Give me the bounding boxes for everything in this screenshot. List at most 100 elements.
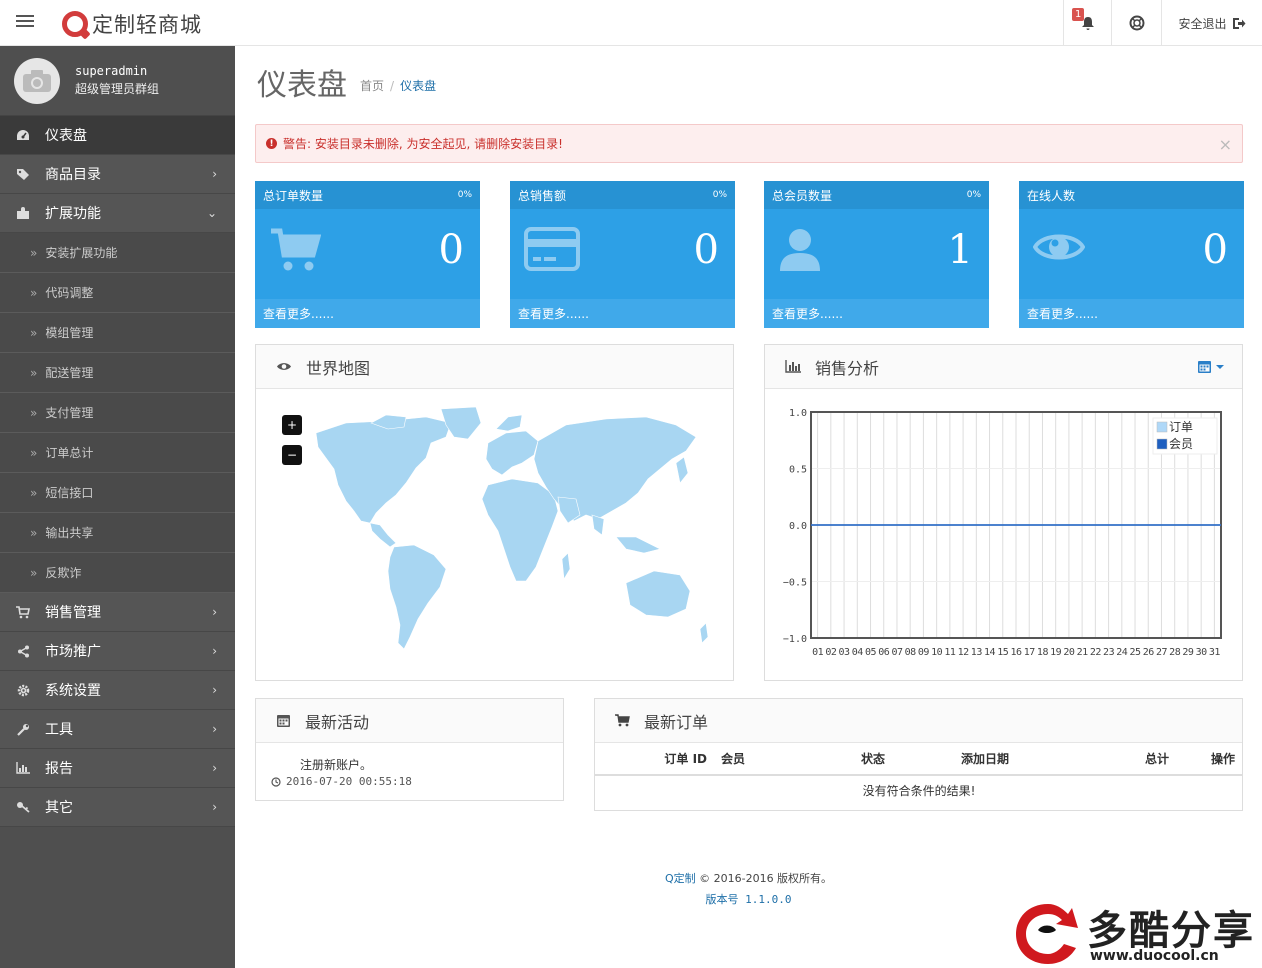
tile-more-link[interactable]: 查看更多......	[1019, 299, 1244, 328]
x-tick-label: 29	[1182, 647, 1194, 658]
x-tick-label: 18	[1037, 647, 1049, 658]
footer-copyright: © 2016-2016 版权所有。	[699, 872, 833, 885]
menu-toggle-icon[interactable]	[16, 15, 34, 29]
world-map[interactable]	[276, 403, 716, 663]
table-header-row: 订单 ID 会员 状态 添加日期 总计 操作	[595, 743, 1243, 776]
close-icon[interactable]: ×	[1219, 135, 1232, 154]
column-header-order-id[interactable]: 订单 ID	[595, 743, 715, 776]
y-tick-label: −1.0	[783, 634, 807, 645]
column-header-member[interactable]: 会员	[715, 743, 785, 776]
sidebar-item-tools[interactable]: 工具 ›	[0, 710, 235, 749]
chevron-right-icon: ›	[212, 761, 217, 775]
sidebar-item-dashboard[interactable]: 仪表盘	[0, 116, 235, 155]
chevron-down-icon: ⌄	[206, 206, 217, 220]
double-chevron-icon: »	[30, 525, 38, 540]
sidebar-item-settings[interactable]: 系统设置 ›	[0, 671, 235, 710]
logout-button[interactable]: 安全退出	[1161, 0, 1262, 46]
tile-more-link[interactable]: 查看更多......	[255, 299, 480, 328]
eye-icon	[276, 361, 292, 372]
footer-brand-link[interactable]: Q定制	[665, 872, 696, 885]
credit-card-icon	[524, 227, 580, 274]
sidebar-subitem-code-adjust[interactable]: » 代码调整	[0, 273, 235, 313]
wrench-icon	[15, 723, 31, 736]
breadcrumb-current[interactable]: 仪表盘	[400, 79, 436, 93]
x-tick-label: 17	[1024, 647, 1036, 658]
x-tick-label: 22	[1090, 647, 1102, 658]
chevron-right-icon: ›	[212, 605, 217, 619]
tile-more-link[interactable]: 查看更多......	[510, 299, 735, 328]
x-tick-label: 07	[891, 647, 903, 658]
sidebar-subitem-label: 短信接口	[45, 486, 94, 500]
tile-value: 0	[438, 227, 464, 273]
breadcrumb-home[interactable]: 首页	[360, 79, 384, 93]
empty-results-message: 没有符合条件的结果!	[862, 784, 976, 798]
tags-icon	[15, 168, 31, 181]
double-chevron-icon: »	[30, 245, 38, 260]
sidebar-item-other[interactable]: 其它 ›	[0, 788, 235, 827]
logo-text: 定制轻商城	[92, 13, 202, 37]
chevron-right-icon: ›	[212, 644, 217, 658]
sidebar-item-label: 系统设置	[45, 683, 101, 699]
user-profile[interactable]: superadmin 超级管理员群组	[0, 46, 235, 116]
chevron-right-icon: ›	[212, 722, 217, 736]
chevron-right-icon: ›	[212, 800, 217, 814]
x-tick-label: 16	[1010, 647, 1022, 658]
sign-out-icon	[1232, 17, 1245, 29]
chevron-right-icon: ›	[212, 683, 217, 697]
double-chevron-icon: »	[30, 285, 38, 300]
latest-activity-panel: 最新活动 注册新账户。 2016-07-20 00:55:18	[255, 698, 564, 801]
sidebar-item-extensions[interactable]: 扩展功能 ⌄	[0, 194, 235, 233]
panel-title: 世界地图	[306, 358, 371, 378]
caret-down-icon	[1216, 364, 1224, 369]
sidebar-subitem-order-totals[interactable]: » 订单总计	[0, 433, 235, 473]
camera-icon	[23, 69, 51, 92]
sidebar-item-reports[interactable]: 报告 ›	[0, 749, 235, 788]
y-tick-label: 0.0	[789, 521, 807, 532]
notifications-button[interactable]: 1	[1063, 0, 1111, 46]
tile-more-link[interactable]: 查看更多......	[764, 299, 989, 328]
sidebar-subitem-sms[interactable]: » 短信接口	[0, 473, 235, 513]
sidebar-item-sales[interactable]: 销售管理 ›	[0, 593, 235, 632]
x-tick-label: 09	[918, 647, 930, 658]
column-header-total[interactable]: 总计	[1015, 743, 1175, 776]
x-tick-label: 06	[878, 647, 890, 658]
exclamation-circle-icon: !	[266, 138, 277, 149]
column-header-date-added[interactable]: 添加日期	[895, 743, 1015, 776]
legend-swatch	[1156, 438, 1168, 450]
sales-analysis-panel: 销售分析 1.0 0.5 0.0 −0.5 −1.0 01 02 03 04 05 06 07 08 09…	[764, 344, 1243, 681]
x-tick-label: 02	[825, 647, 837, 658]
sidebar-subitem-feeds[interactable]: » 输出共享	[0, 513, 235, 553]
sidebar-subitem-modules[interactable]: » 模组管理	[0, 313, 235, 353]
panel-title: 最新活动	[305, 712, 370, 732]
main-content: 仪表盘 首页 / 仪表盘 ! 警告: 安装目录未删除, 为安全起见, 请删除安装目录…	[235, 46, 1262, 968]
breadcrumb: 首页 / 仪表盘	[360, 77, 436, 94]
x-tick-label: 31	[1209, 647, 1221, 658]
sidebar-item-catalog[interactable]: 商品目录 ›	[0, 155, 235, 194]
x-tick-label: 08	[905, 647, 917, 658]
logo[interactable]: 定制轻商城	[62, 10, 202, 38]
column-header-status[interactable]: 状态	[785, 743, 895, 776]
x-tick-label: 30	[1196, 647, 1208, 658]
sidebar-subitem-payment[interactable]: » 支付管理	[0, 393, 235, 433]
x-tick-label: 01	[812, 647, 824, 658]
sidebar-item-marketing[interactable]: 市场推广 ›	[0, 632, 235, 671]
sidebar-subitem-shipping[interactable]: » 配送管理	[0, 353, 235, 393]
x-tick-label: 28	[1169, 647, 1181, 658]
dashboard-icon	[15, 129, 31, 141]
y-tick-label: 0.5	[789, 465, 807, 476]
life-ring-icon	[1129, 15, 1144, 31]
tile-online-users: 在线人数 0 查看更多......	[1019, 181, 1244, 328]
sidebar-subitem-label: 安装扩展功能	[45, 246, 118, 260]
column-header-action[interactable]: 操作	[1175, 743, 1243, 776]
calendar-icon	[276, 713, 291, 728]
sidebar-subitem-install-extensions[interactable]: » 安装扩展功能	[0, 233, 235, 273]
sidebar-subitem-anti-fraud[interactable]: » 反欺诈	[0, 553, 235, 593]
date-range-dropdown[interactable]	[1197, 359, 1224, 374]
calendar-icon	[1198, 361, 1211, 373]
sidebar-item-label: 销售管理	[45, 605, 101, 621]
tile-value: 1	[947, 227, 973, 273]
help-button[interactable]	[1111, 0, 1161, 46]
x-tick-label: 10	[931, 647, 943, 658]
double-chevron-icon: »	[30, 365, 38, 380]
share-icon	[15, 645, 31, 658]
